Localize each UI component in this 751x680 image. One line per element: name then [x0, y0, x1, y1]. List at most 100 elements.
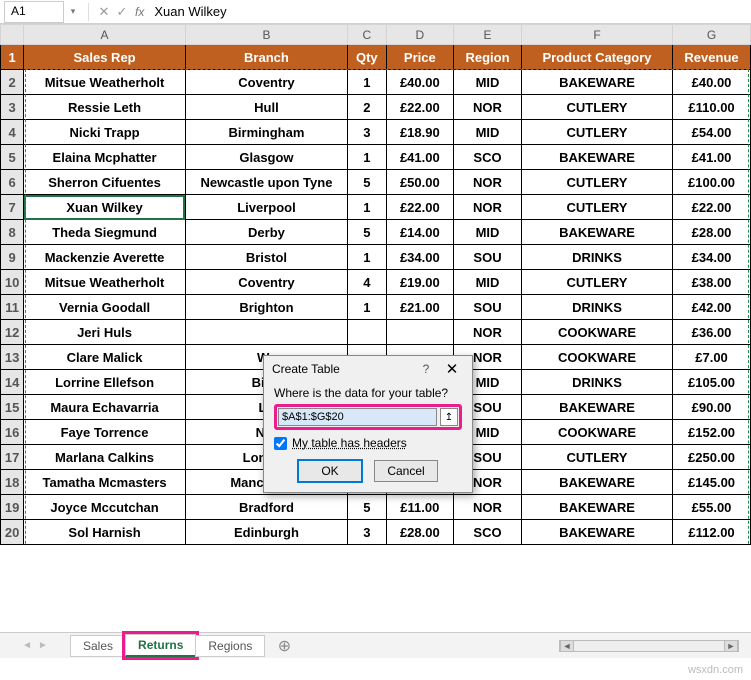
- col-header[interactable]: F: [521, 25, 672, 45]
- formula-cancel-icon[interactable]: ✕: [95, 3, 113, 21]
- cell[interactable]: [185, 320, 347, 345]
- cell[interactable]: Bristol: [185, 245, 347, 270]
- cell[interactable]: Mitsue Weatherholt: [24, 70, 186, 95]
- sheet-tab-regions[interactable]: Regions: [195, 635, 265, 657]
- row-header[interactable]: 19: [1, 495, 24, 520]
- cell[interactable]: £42.00: [673, 295, 751, 320]
- cell[interactable]: Jeri Huls: [24, 320, 186, 345]
- cell[interactable]: BAKEWARE: [521, 70, 672, 95]
- col-header[interactable]: B: [185, 25, 347, 45]
- cell[interactable]: Mitsue Weatherholt: [24, 270, 186, 295]
- cell[interactable]: Ressie Leth: [24, 95, 186, 120]
- cell[interactable]: MID: [454, 70, 522, 95]
- cell[interactable]: Xuan Wilkey: [24, 195, 186, 220]
- cell[interactable]: 4: [348, 270, 387, 295]
- cell[interactable]: DRINKS: [521, 295, 672, 320]
- formula-confirm-icon[interactable]: ✓: [113, 3, 131, 21]
- cell[interactable]: £41.00: [386, 145, 453, 170]
- col-header[interactable]: A: [24, 25, 186, 45]
- cell[interactable]: CUTLERY: [521, 445, 672, 470]
- cell[interactable]: Hull: [185, 95, 347, 120]
- cell[interactable]: 5: [348, 170, 387, 195]
- cancel-button[interactable]: Cancel: [374, 460, 438, 482]
- cell[interactable]: Clare Malick: [24, 345, 186, 370]
- row-header[interactable]: 6: [1, 170, 24, 195]
- name-box-dropdown-icon[interactable]: ▾: [64, 6, 82, 17]
- cell[interactable]: NOR: [454, 95, 522, 120]
- range-picker-icon[interactable]: ↥: [440, 408, 458, 426]
- cell[interactable]: 2: [348, 95, 387, 120]
- table-header-cell[interactable]: Price: [386, 45, 453, 70]
- row-header[interactable]: 8: [1, 220, 24, 245]
- table-header-cell[interactable]: Branch: [185, 45, 347, 70]
- cell[interactable]: Theda Siegmund: [24, 220, 186, 245]
- cell[interactable]: £152.00: [673, 420, 751, 445]
- cell[interactable]: £7.00: [673, 345, 751, 370]
- cell[interactable]: £19.00: [386, 270, 453, 295]
- cell[interactable]: BAKEWARE: [521, 520, 672, 545]
- cell[interactable]: Maura Echavarria: [24, 395, 186, 420]
- cell[interactable]: £50.00: [386, 170, 453, 195]
- cell[interactable]: 5: [348, 220, 387, 245]
- scroll-left-icon[interactable]: ◄: [560, 641, 574, 651]
- cell[interactable]: Sol Harnish: [24, 520, 186, 545]
- cell[interactable]: Coventry: [185, 270, 347, 295]
- table-header-cell[interactable]: Region: [454, 45, 522, 70]
- headers-checkbox[interactable]: [274, 437, 287, 450]
- sheet-tab-returns[interactable]: Returns: [125, 634, 196, 657]
- cell[interactable]: Faye Torrence: [24, 420, 186, 445]
- cell[interactable]: BAKEWARE: [521, 495, 672, 520]
- cell[interactable]: £34.00: [673, 245, 751, 270]
- cell[interactable]: Tamatha Mcmasters: [24, 470, 186, 495]
- cell[interactable]: Sherron Cifuentes: [24, 170, 186, 195]
- cell[interactable]: MID: [454, 270, 522, 295]
- cell[interactable]: £41.00: [673, 145, 751, 170]
- cell[interactable]: Birmingham: [185, 120, 347, 145]
- row-header[interactable]: 5: [1, 145, 24, 170]
- cell[interactable]: COOKWARE: [521, 345, 672, 370]
- tab-nav-right-icon[interactable]: ►: [38, 640, 48, 651]
- cell[interactable]: 1: [348, 195, 387, 220]
- cell[interactable]: £22.00: [673, 195, 751, 220]
- cell[interactable]: Elaina Mcphatter: [24, 145, 186, 170]
- dialog-help-icon[interactable]: ?: [414, 362, 438, 376]
- row-header[interactable]: 3: [1, 95, 24, 120]
- row-header[interactable]: 14: [1, 370, 24, 395]
- dialog-close-icon[interactable]: ✕: [438, 360, 466, 378]
- cell[interactable]: CUTLERY: [521, 270, 672, 295]
- cell[interactable]: DRINKS: [521, 370, 672, 395]
- cell[interactable]: £22.00: [386, 195, 453, 220]
- cell[interactable]: Brighton: [185, 295, 347, 320]
- cell[interactable]: 1: [348, 245, 387, 270]
- cell[interactable]: £55.00: [673, 495, 751, 520]
- ok-button[interactable]: OK: [298, 460, 362, 482]
- cell[interactable]: £100.00: [673, 170, 751, 195]
- row-header[interactable]: 18: [1, 470, 24, 495]
- table-header-cell[interactable]: Sales Rep: [24, 45, 186, 70]
- cell[interactable]: £250.00: [673, 445, 751, 470]
- cell[interactable]: £21.00: [386, 295, 453, 320]
- formula-bar[interactable]: Xuan Wilkey: [150, 4, 226, 19]
- cell[interactable]: £112.00: [673, 520, 751, 545]
- cell[interactable]: BAKEWARE: [521, 220, 672, 245]
- cell[interactable]: Edinburgh: [185, 520, 347, 545]
- cell[interactable]: 3: [348, 520, 387, 545]
- cell[interactable]: Liverpool: [185, 195, 347, 220]
- row-header[interactable]: 15: [1, 395, 24, 420]
- sheet-tab-sales[interactable]: Sales: [70, 635, 126, 657]
- cell[interactable]: £28.00: [386, 520, 453, 545]
- col-header[interactable]: C: [348, 25, 387, 45]
- cell[interactable]: £34.00: [386, 245, 453, 270]
- cell[interactable]: CUTLERY: [521, 170, 672, 195]
- cell[interactable]: NOR: [454, 320, 522, 345]
- cell[interactable]: £36.00: [673, 320, 751, 345]
- table-header-cell[interactable]: Revenue: [673, 45, 751, 70]
- row-header[interactable]: 2: [1, 70, 24, 95]
- cell[interactable]: Mackenzie Averette: [24, 245, 186, 270]
- tab-nav-left-icon[interactable]: ◄: [22, 640, 32, 651]
- row-header[interactable]: 12: [1, 320, 24, 345]
- fx-icon[interactable]: fx: [135, 5, 144, 19]
- cell[interactable]: £110.00: [673, 95, 751, 120]
- cell[interactable]: DRINKS: [521, 245, 672, 270]
- cell[interactable]: BAKEWARE: [521, 145, 672, 170]
